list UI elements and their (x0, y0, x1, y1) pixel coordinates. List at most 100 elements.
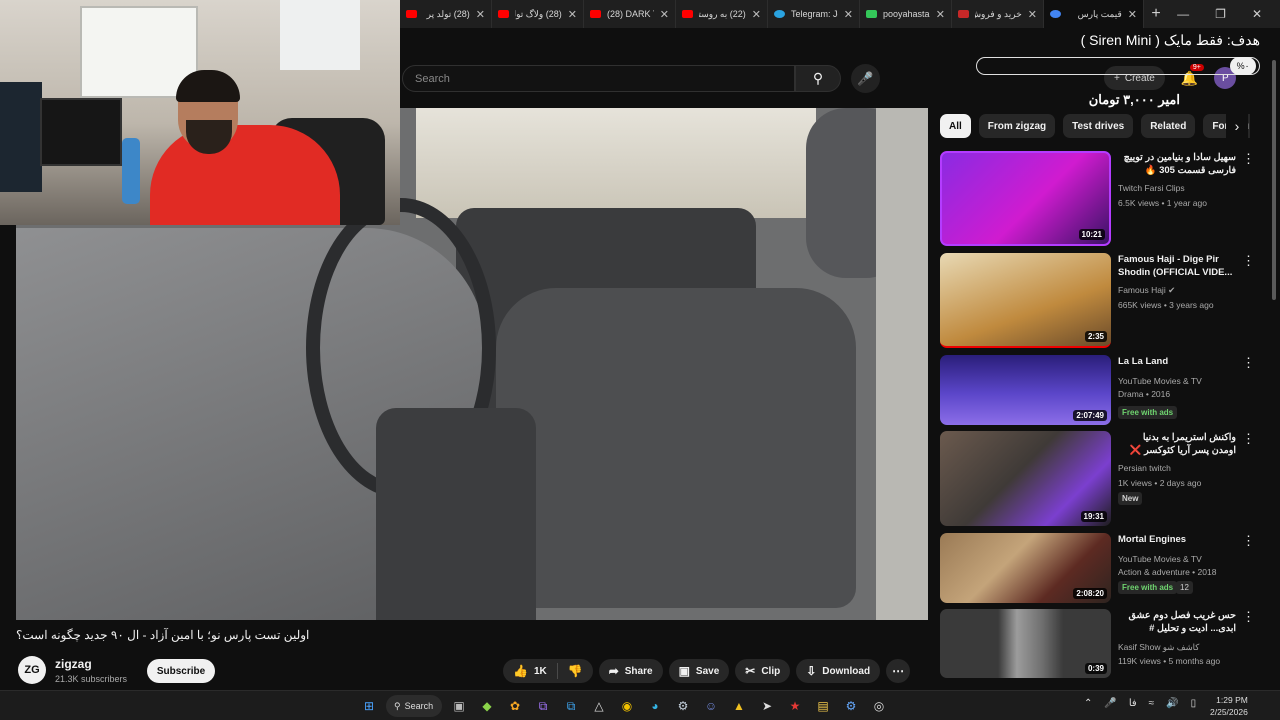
list-item[interactable]: 0:39 حس غریب فصل دوم عشق ابدی... ادیت و … (940, 609, 1260, 679)
close-tab-icon[interactable]: ✕ (1128, 8, 1137, 21)
subscribe-button[interactable]: Subscribe (147, 659, 215, 683)
edge-icon[interactable]: ◕ (644, 695, 666, 717)
download-button[interactable]: ⇩ Download (796, 659, 881, 683)
list-item[interactable]: 2:08:20 Mortal Engines YouTube Movies & … (940, 533, 1260, 605)
more-icon[interactable]: ⋮ (1242, 609, 1255, 625)
app-icon[interactable]: ★ (784, 695, 806, 717)
obs-icon[interactable]: ◎ (868, 695, 890, 717)
more-icon[interactable]: ⋮ (1242, 431, 1255, 447)
browser-tab[interactable]: خرید و فروش ✕ (952, 0, 1044, 28)
minimize-button[interactable]: — (1177, 7, 1189, 21)
video-thumbnail[interactable]: 0:39 (940, 609, 1111, 678)
app-icon[interactable]: ▲ (728, 695, 750, 717)
steam-icon[interactable]: ⚙ (840, 695, 862, 717)
clock[interactable]: 1:29 PM 2/25/2026 (1210, 694, 1248, 718)
more-icon[interactable]: ⋮ (1242, 533, 1255, 549)
window-controls: — ❐ ✕ (1177, 7, 1280, 21)
volume-icon[interactable]: 🔊 (1166, 698, 1178, 709)
voice-search-button[interactable]: 🎤 (851, 64, 880, 93)
channel-name[interactable]: Twitch Farsi Clips (1118, 183, 1185, 193)
video-title[interactable]: Famous Haji - Dige Pir Shodin (OFFICIAL … (1118, 253, 1236, 279)
search-input[interactable]: Search (402, 65, 795, 92)
browser-tab[interactable]: (28) تولد پر ✕ (400, 0, 492, 28)
channel-name[interactable]: YouTube Movies & TV (1118, 376, 1202, 386)
new-tab-button[interactable]: + (1144, 5, 1168, 23)
windows-start-icon[interactable]: ⊞ (358, 695, 380, 717)
video-thumbnail[interactable]: 2:08:20 (940, 533, 1111, 603)
more-icon[interactable]: ⋮ (1242, 151, 1255, 167)
browser-tab[interactable]: pooyahastan ✕ (860, 0, 952, 28)
video-meta: 665K views • 3 years ago (1118, 300, 1214, 310)
cursor-icon[interactable]: ➤ (756, 695, 778, 717)
file-explorer-icon[interactable]: ▤ (812, 695, 834, 717)
share-button[interactable]: ➦ Share (598, 659, 663, 683)
chip-all[interactable]: All (940, 114, 971, 138)
maximize-button[interactable]: ❐ (1215, 7, 1226, 21)
close-tab-icon[interactable]: ✕ (476, 8, 485, 21)
close-tab-icon[interactable]: ✕ (568, 8, 577, 21)
close-tab-icon[interactable]: ✕ (844, 8, 853, 21)
chevron-up-icon[interactable]: ⌃ (1084, 698, 1092, 709)
chip-test-drives[interactable]: Test drives (1063, 114, 1134, 138)
more-actions-button[interactable]: ⋯ (886, 659, 911, 683)
discord-icon[interactable]: ☺ (700, 695, 722, 717)
scrollbar-thumb[interactable] (1272, 60, 1276, 300)
close-tab-icon[interactable]: ✕ (1028, 8, 1037, 21)
visual-studio-icon[interactable]: ⧉ (532, 695, 554, 717)
battery-icon[interactable]: ▯ (1191, 698, 1197, 709)
video-thumbnail[interactable]: 2:35 (940, 253, 1111, 348)
browser-tab[interactable]: (28) DARK TI ✕ (584, 0, 676, 28)
video-thumbnail[interactable]: 2:07:49 (940, 355, 1111, 425)
tab-title: (28) تولد پر (426, 8, 470, 19)
list-item[interactable]: 2:35 Famous Haji - Dige Pir Shodin (OFFI… (940, 253, 1260, 349)
chip-from-zigzag[interactable]: From zigzag (978, 114, 1056, 138)
steam-icon[interactable]: ⚙ (672, 695, 694, 717)
like-button[interactable]: 👍 1K (503, 659, 557, 683)
copilot-icon[interactable]: ✿ (504, 695, 526, 717)
channel-name[interactable]: YouTube Movies & TV (1118, 554, 1202, 564)
clip-button[interactable]: ✂ Clip (735, 659, 791, 683)
taskbar-search[interactable]: ⚲ Search (386, 695, 442, 717)
close-window-button[interactable]: ✕ (1252, 7, 1262, 21)
save-button[interactable]: ▣ Save (668, 659, 730, 683)
list-item[interactable]: 10:21 سهیل سادا و بنیامین در توییچ فارسی… (940, 151, 1260, 247)
video-title[interactable]: حس غریب فصل دوم عشق ابدی... ادیت و تحلیل… (1118, 609, 1236, 636)
channel-name[interactable]: Kasif Show کاشف شو (1118, 642, 1199, 653)
microphone-icon[interactable]: 🎤 (1104, 698, 1116, 709)
channel-avatar[interactable]: ZG (18, 656, 46, 684)
video-title[interactable]: سهیل سادا و بنیامین در توییچ فارسی قسمت … (1118, 151, 1236, 177)
video-thumbnail[interactable]: 10:21 (940, 151, 1111, 246)
chevron-right-icon[interactable]: › (1226, 114, 1248, 138)
browser-tab-active[interactable]: قیمت پارس ✕ (1044, 0, 1144, 28)
youtube-icon (682, 10, 693, 18)
language-icon[interactable]: فا (1129, 698, 1137, 709)
search-button[interactable]: ⚲ (795, 65, 841, 92)
browser-tab[interactable]: (22) به روستا ✕ (676, 0, 768, 28)
video-title[interactable]: واکنش استریمرا به بدنیا اومدن پسر آریا ک… (1118, 431, 1236, 458)
browser-tab[interactable]: Telegram: Jo ✕ (768, 0, 860, 28)
task-view-icon[interactable]: ▣ (448, 695, 470, 717)
vscode-icon[interactable]: ⧉ (560, 695, 582, 717)
close-tab-icon[interactable]: ✕ (752, 8, 761, 21)
chrome-icon[interactable]: ◉ (616, 695, 638, 717)
more-icon[interactable]: ⋮ (1242, 355, 1255, 371)
widgets-icon[interactable]: ◆ (476, 695, 498, 717)
channel-name[interactable]: Persian twitch (1118, 463, 1171, 473)
wifi-icon[interactable]: ≈ (1149, 698, 1155, 709)
dislike-button[interactable]: 👎 (558, 659, 593, 683)
close-tab-icon[interactable]: ✕ (660, 8, 669, 21)
close-tab-icon[interactable]: ✕ (936, 8, 945, 21)
list-item[interactable]: 19:31 واکنش استریمرا به بدنیا اومدن پسر … (940, 431, 1260, 527)
video-title[interactable]: La La Land (1118, 355, 1236, 368)
browser-tab[interactable]: (28) ولاگ تولد ✕ (492, 0, 584, 28)
channel-name[interactable]: Famous Haji ✔ (1118, 285, 1175, 296)
video-thumbnail[interactable]: 19:31 (940, 431, 1111, 526)
more-icon[interactable]: ⋮ (1242, 253, 1255, 269)
app-icon[interactable]: △ (588, 695, 610, 717)
video-title[interactable]: Mortal Engines (1118, 533, 1236, 546)
share-label: Share (624, 665, 653, 677)
list-item[interactable]: 2:07:49 La La Land YouTube Movies & TV D… (940, 355, 1260, 427)
scrollbar[interactable] (1270, 60, 1278, 690)
chip-related[interactable]: Related (1141, 114, 1196, 138)
channel-name[interactable]: zigzag (55, 657, 92, 671)
